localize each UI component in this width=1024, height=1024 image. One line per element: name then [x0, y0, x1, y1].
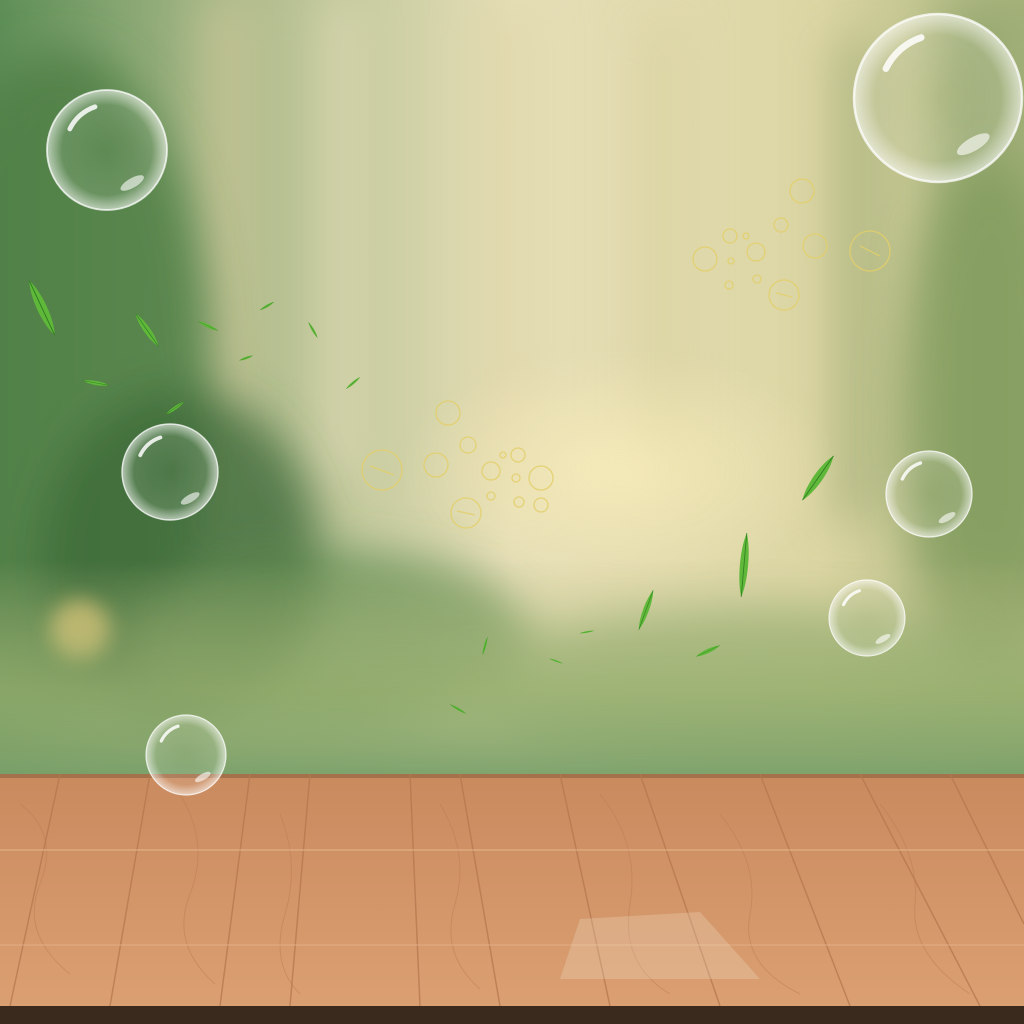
effects-layer — [0, 0, 1024, 1024]
leaf — [238, 354, 254, 362]
bubble — [146, 715, 226, 795]
leaf — [449, 703, 467, 715]
bubble — [122, 424, 218, 520]
leaf — [481, 636, 489, 656]
leaf — [23, 277, 61, 339]
leaf — [307, 321, 319, 339]
leaf — [259, 300, 275, 312]
leaf — [797, 452, 839, 504]
scene — [0, 0, 1024, 1024]
leaf — [548, 657, 564, 665]
bubble — [47, 90, 167, 210]
bubble — [854, 14, 1022, 182]
leaf — [694, 643, 722, 659]
leaf — [345, 375, 361, 391]
leaf — [164, 399, 186, 417]
bubble — [886, 451, 972, 537]
leaf — [579, 629, 595, 635]
leaf — [196, 319, 220, 333]
bubble — [829, 580, 905, 656]
leaf — [132, 311, 162, 349]
leaf — [635, 588, 657, 632]
ring-sparkles — [361, 178, 891, 529]
leaf — [82, 378, 110, 388]
soap-bubbles — [47, 14, 1022, 795]
leaf — [735, 531, 753, 599]
